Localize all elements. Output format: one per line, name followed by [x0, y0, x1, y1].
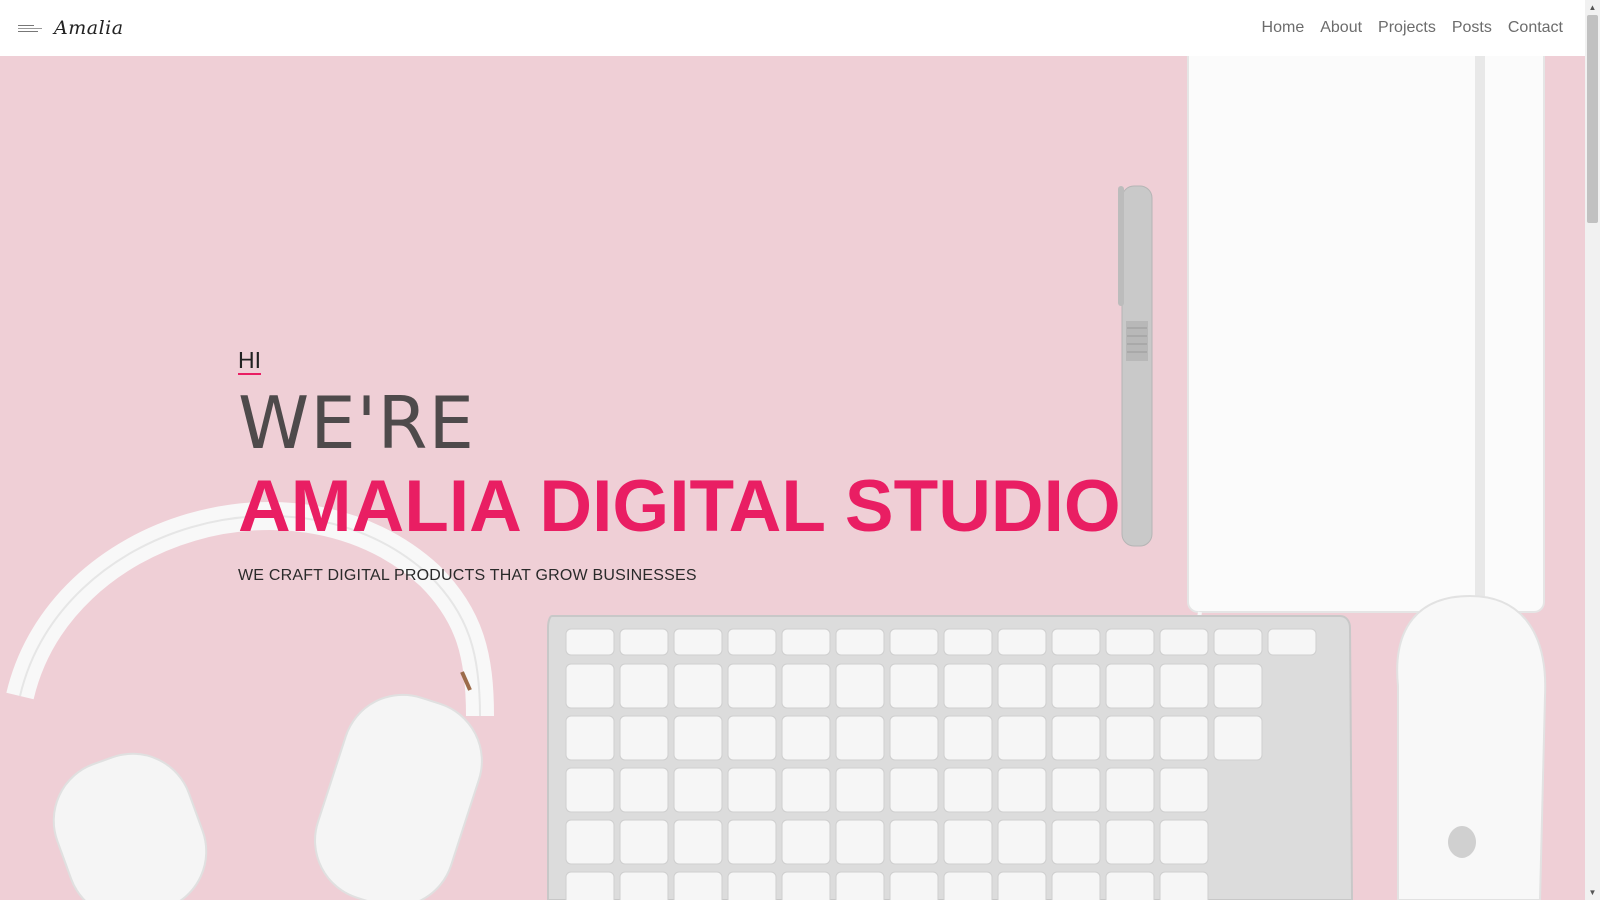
nav-link-projects[interactable]: Projects — [1378, 19, 1436, 37]
hero-title: AMALIA DIGITAL STUDIO — [238, 466, 1121, 547]
nav-link-home[interactable]: Home — [1262, 19, 1305, 37]
hero-section: HI WE'RE AMALIA DIGITAL STUDIO WE CRAFT … — [0, 56, 1585, 900]
nav-link-about[interactable]: About — [1320, 19, 1362, 37]
brand-link[interactable]: Amalia — [18, 17, 124, 39]
brand-name: Amalia — [54, 17, 124, 39]
triangle-down-icon[interactable]: ▼ — [1585, 885, 1600, 900]
logo-icon — [18, 21, 42, 35]
nav-link-contact[interactable]: Contact — [1508, 19, 1563, 37]
keyboard-illustration — [547, 615, 1354, 900]
mouse-illustration — [1396, 594, 1547, 900]
scroll-thumb[interactable] — [1587, 15, 1598, 223]
triangle-up-icon[interactable]: ▲ — [1585, 0, 1600, 15]
page-scrollbar[interactable]: ▲ ▼ — [1585, 0, 1600, 900]
hero-were: WE'RE — [238, 381, 475, 465]
hero-hi: HI — [238, 347, 261, 375]
nav-link-posts[interactable]: Posts — [1452, 19, 1492, 37]
pen-illustration — [1118, 185, 1153, 547]
hero-subtitle: WE CRAFT DIGITAL PRODUCTS THAT GROW BUSI… — [238, 567, 697, 584]
hero-text: HI WE'RE AMALIA DIGITAL STUDIO WE CRAFT … — [238, 348, 1121, 585]
navbar: Amalia Home About Projects Posts Contact — [0, 0, 1585, 56]
nav-links: Home About Projects Posts Contact — [1262, 19, 1563, 37]
